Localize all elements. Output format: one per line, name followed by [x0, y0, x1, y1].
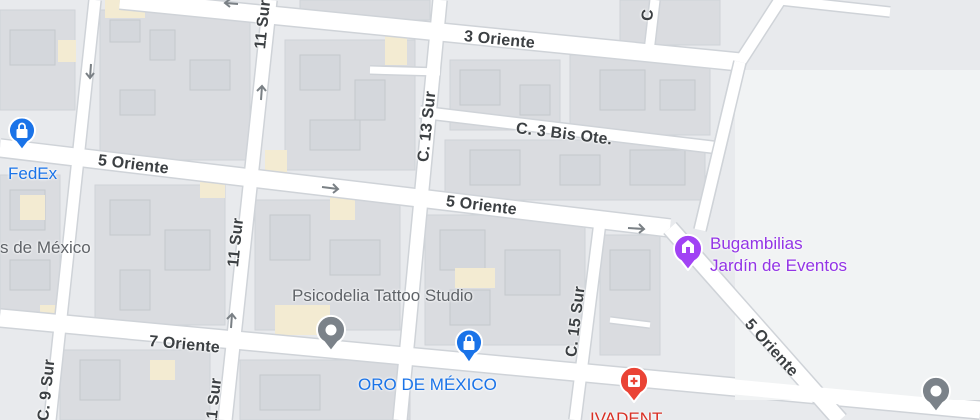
- poi-fedex[interactable]: [7, 116, 37, 156]
- poi-oro-de-mexico[interactable]: [454, 328, 484, 369]
- poi-bugambilias[interactable]: [673, 231, 703, 276]
- generic-place-icon: [316, 314, 346, 353]
- poi-label-fedex[interactable]: FedEx: [8, 164, 57, 184]
- poi-label-oro-de-mexico[interactable]: ORO DE MÉXICO: [358, 375, 497, 395]
- generic-place-icon: [921, 375, 951, 414]
- shopping-bag-icon: [8, 116, 36, 152]
- poi-label-de-mexico[interactable]: s de México: [0, 238, 91, 258]
- poi-label-psicodelia-tattoo-studio[interactable]: Psicodelia Tattoo Studio: [292, 286, 473, 306]
- medical-icon: [619, 365, 649, 404]
- shopping-bag-icon: [455, 328, 483, 365]
- map-canvas[interactable]: 3 Oriente C. 3 Bis Ote. 5 Oriente 5 Orie…: [0, 0, 980, 420]
- poi-label-ivadent[interactable]: IVADENT: [590, 409, 662, 420]
- poi-ivadent[interactable]: [619, 365, 649, 408]
- event-venue-icon: [673, 233, 703, 272]
- poi-far-right-place[interactable]: [921, 375, 951, 418]
- poi-label-bugambilias-line2[interactable]: Jardín de Eventos: [710, 256, 847, 276]
- poi-label-bugambilias-line1[interactable]: Bugambilias: [710, 234, 803, 254]
- poi-psicodelia-tattoo-studio[interactable]: [316, 314, 346, 357]
- street-label-c-top-right: C: [639, 8, 658, 22]
